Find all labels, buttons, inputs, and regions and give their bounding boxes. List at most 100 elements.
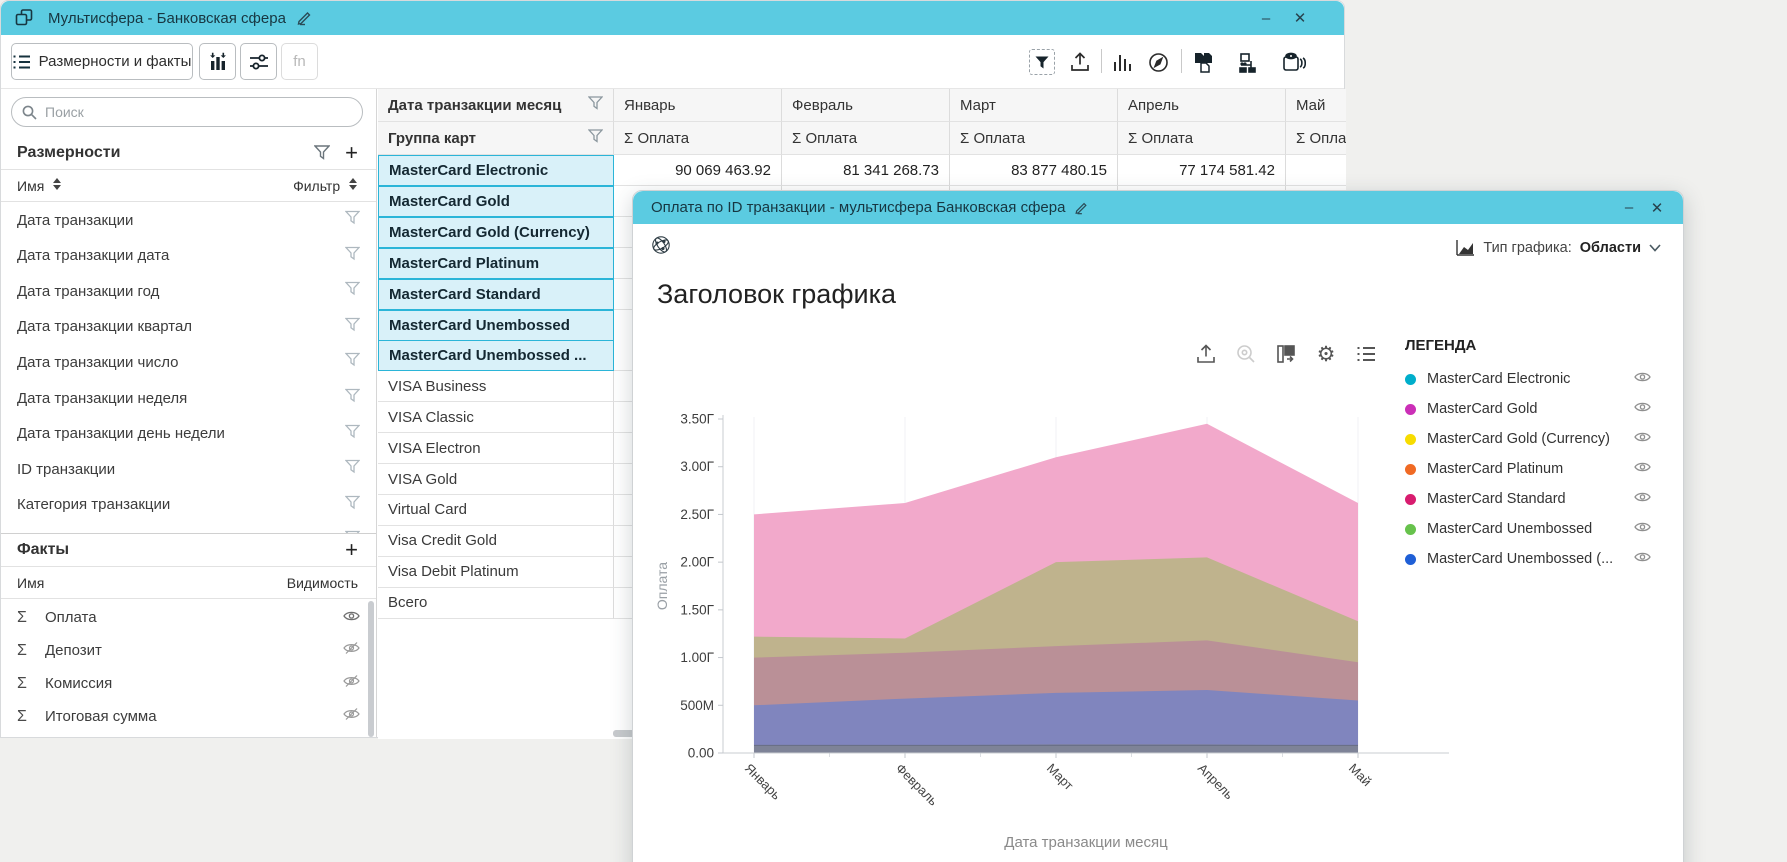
legend-item[interactable]: MasterCard Gold [1397, 394, 1673, 424]
main-close-button[interactable]: ✕ [1286, 6, 1314, 30]
value-cell[interactable]: 81 341 268.73 [782, 155, 950, 186]
eye-icon[interactable] [1634, 490, 1651, 508]
dimension-item[interactable]: Дата транзакции день недели [1, 416, 376, 452]
card-group-cell[interactable]: VISA Electron [378, 433, 614, 464]
month-header[interactable]: Май [1286, 89, 1346, 122]
measure-header[interactable]: Σ Оплата [614, 122, 782, 155]
month-header[interactable]: Февраль [782, 89, 950, 122]
column-dimension-header[interactable]: Дата транзакции месяц [378, 89, 614, 122]
card-group-cell[interactable]: MasterCard Standard [378, 279, 614, 310]
filter-icon[interactable] [345, 460, 360, 479]
export-button[interactable] [1067, 49, 1093, 75]
eye-icon[interactable] [1634, 430, 1651, 448]
card-group-cell[interactable]: Всего [378, 588, 614, 619]
add-fact-button[interactable]: + [345, 539, 358, 561]
legend-item[interactable]: MasterCard Unembossed (... [1397, 544, 1673, 574]
legend-item[interactable]: MasterCard Standard [1397, 484, 1673, 514]
filter-icon[interactable] [345, 424, 360, 443]
eye-icon[interactable] [1634, 370, 1651, 388]
copy-sheets-button[interactable] [1191, 49, 1217, 75]
card-group-cell[interactable]: VISA Business [378, 371, 614, 402]
card-group-cell[interactable]: Virtual Card [378, 495, 614, 526]
value-cell[interactable]: 83 877 480.15 [950, 155, 1118, 186]
sidebar-scrollbar[interactable] [368, 601, 374, 737]
chart-settings-gear-icon[interactable]: ⚙ [1313, 341, 1339, 367]
eye-off-icon[interactable] [343, 708, 360, 726]
filter-icon[interactable] [345, 246, 360, 265]
chart-legend-list-icon[interactable] [1353, 341, 1379, 367]
area-chart-plot[interactable]: 0.00500M1.00Г1.50Г2.00Г2.50Г3.00Г3.50ГЯн… [641, 401, 1471, 862]
eye-icon[interactable] [343, 609, 360, 627]
edit-chart-title-pencil-icon[interactable] [1074, 201, 1088, 215]
value-cell[interactable] [1286, 155, 1346, 186]
month-header[interactable]: Апрель [1118, 89, 1286, 122]
chart-minimize-button[interactable]: – [1615, 196, 1643, 220]
main-titlebar[interactable]: Мультисфера - Банковская сфера – ✕ [1, 1, 1344, 35]
eye-icon[interactable] [1634, 550, 1651, 568]
filter-icon[interactable] [345, 211, 360, 230]
main-minimize-button[interactable]: – [1252, 6, 1280, 30]
card-group-cell[interactable]: MasterCard Platinum [378, 248, 614, 279]
add-dimension-button[interactable]: + [345, 142, 358, 164]
dimension-item[interactable]: Дата транзакции год [1, 273, 376, 309]
chart-title[interactable]: Заголовок графика [657, 279, 896, 310]
fact-item[interactable]: Σ Депозит [1, 634, 376, 667]
bar-chart-button[interactable] [1109, 49, 1135, 75]
chart-swap-axes-icon[interactable] [1273, 341, 1299, 367]
dimensions-filter-icon[interactable] [314, 145, 330, 160]
col-name-label[interactable]: Имя [17, 178, 44, 194]
eye-icon[interactable] [1634, 460, 1651, 478]
filter-icon[interactable] [345, 389, 360, 408]
dimension-item[interactable]: ID транзакции [1, 451, 376, 487]
card-group-cell[interactable]: Visa Credit Gold [378, 526, 614, 557]
filter-icon[interactable] [345, 495, 360, 514]
chart-type-selector[interactable]: Тип графика: Области [1456, 239, 1661, 256]
month-header[interactable]: Март [950, 89, 1118, 122]
dimension-item[interactable]: Дата транзакции неделя [1, 380, 376, 416]
card-group-cell[interactable]: VISA Classic [378, 402, 614, 433]
row-dimension-header[interactable]: Группа карт [378, 122, 614, 155]
dimension-item[interactable]: Событие [1, 522, 376, 533]
dimension-item[interactable]: Дата транзакции [1, 202, 376, 238]
multisphere-sphere-icon[interactable] [651, 235, 671, 255]
eye-off-icon[interactable] [343, 642, 360, 660]
filter-icon[interactable] [345, 282, 360, 301]
fact-item[interactable]: Σ Оплата [1, 601, 376, 634]
card-group-cell[interactable]: MasterCard Unembossed ... [378, 340, 614, 371]
dimension-item[interactable]: Дата транзакции число [1, 344, 376, 380]
filter-icon[interactable] [588, 96, 603, 114]
card-group-cell[interactable]: Visa Debit Platinum [378, 557, 614, 588]
dimension-item[interactable]: Дата транзакции дата [1, 238, 376, 274]
sliders-button[interactable] [240, 43, 277, 80]
fact-item[interactable]: Σ Итоговая сумма [1, 700, 376, 733]
filter-icon[interactable] [345, 353, 360, 372]
eye-off-icon[interactable] [343, 675, 360, 693]
eye-icon[interactable] [1634, 520, 1651, 538]
sort-filter-icon[interactable] [349, 178, 358, 190]
legend-item[interactable]: MasterCard Gold (Currency) [1397, 424, 1673, 454]
eye-icon[interactable] [1634, 400, 1651, 418]
measure-header[interactable]: Σ Оплата [782, 122, 950, 155]
card-group-cell[interactable]: MasterCard Electronic [378, 155, 614, 186]
search-box[interactable] [11, 97, 363, 127]
card-group-cell[interactable]: MasterCard Gold (Currency) [378, 217, 614, 248]
measure-header[interactable]: Σ Оплата [1118, 122, 1286, 155]
fact-item[interactable]: Σ Комиссия [1, 667, 376, 700]
filter-mode-button[interactable] [1029, 49, 1055, 75]
filter-icon[interactable] [345, 317, 360, 336]
legend-item[interactable]: MasterCard Platinum [1397, 454, 1673, 484]
card-group-cell[interactable]: MasterCard Unembossed [378, 310, 614, 341]
legend-item[interactable]: MasterCard Electronic [1397, 364, 1673, 394]
legend-item[interactable]: MasterCard Unembossed [1397, 514, 1673, 544]
chart-titlebar[interactable]: Оплата по ID транзакции - мультисфера Ба… [633, 191, 1683, 224]
value-cell[interactable]: 90 069 463.92 [614, 155, 782, 186]
month-header[interactable]: Январь [614, 89, 782, 122]
dimension-item[interactable]: Дата транзакции квартал [1, 309, 376, 345]
dimensions-facts-button[interactable]: Размерности и факты [11, 43, 193, 80]
filter-icon[interactable] [588, 129, 603, 147]
sort-name-icon[interactable] [53, 178, 62, 190]
search-input[interactable] [45, 104, 325, 120]
histogram-settings-button[interactable] [199, 43, 236, 80]
col-filter-label[interactable]: Фильтр [293, 178, 340, 194]
measure-header[interactable]: Σ Оплата [1286, 122, 1346, 155]
